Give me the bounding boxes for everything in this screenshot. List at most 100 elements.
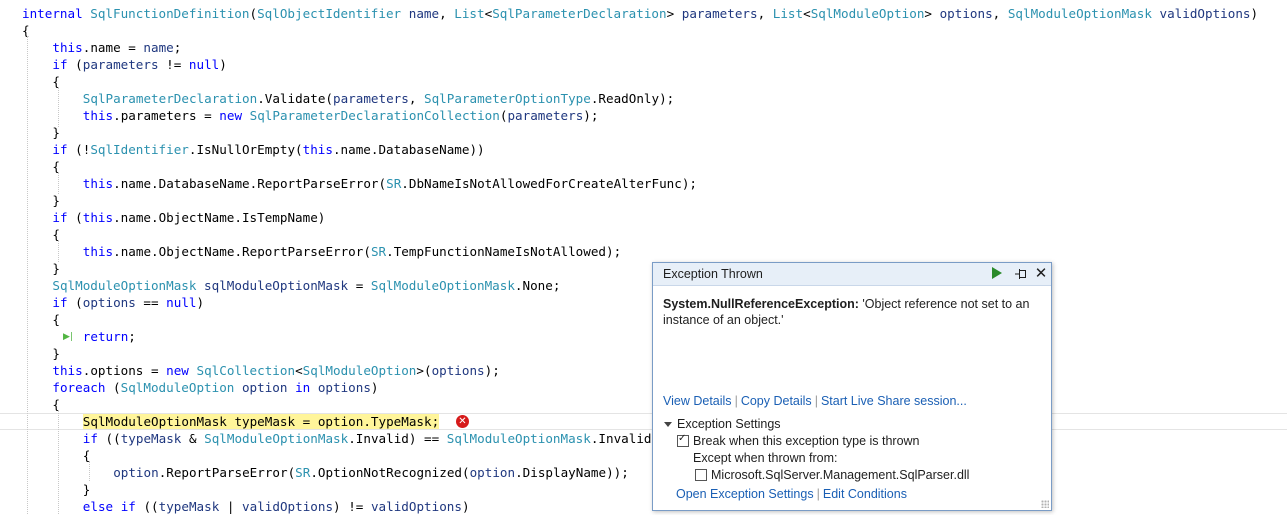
code-token: option xyxy=(113,465,159,480)
code-line[interactable]: { xyxy=(0,226,1287,243)
code-token: this xyxy=(52,40,83,55)
code-line[interactable]: } xyxy=(0,260,1287,277)
code-token: List xyxy=(772,6,804,21)
code-token: (( xyxy=(97,431,121,446)
code-token: < xyxy=(803,6,811,21)
code-line[interactable]: { xyxy=(0,447,1287,464)
code-token: } xyxy=(52,125,60,140)
code-line[interactable]: { xyxy=(0,22,1287,39)
code-token: name xyxy=(408,6,440,21)
module-exclusion-checkbox[interactable] xyxy=(695,469,707,481)
code-line[interactable]: if (!SqlIdentifier.IsNullOrEmpty(this.na… xyxy=(0,141,1287,158)
code-line[interactable]: { xyxy=(0,311,1287,328)
code-token: , xyxy=(408,91,425,106)
code-line[interactable]: } xyxy=(0,481,1287,498)
code-line[interactable]: if (this.name.ObjectName.IsTempName) xyxy=(0,209,1287,226)
code-token: validOptions xyxy=(370,499,462,514)
code-token: if xyxy=(82,431,98,446)
code-line[interactable]: this.name.ObjectName.ReportParseError(SR… xyxy=(0,243,1287,260)
code-line[interactable]: SqlModuleOptionMask typeMask = option.Ty… xyxy=(0,413,1287,430)
code-token: ) xyxy=(461,499,470,514)
code-token: (( xyxy=(135,499,159,514)
indent-guide xyxy=(27,36,28,514)
link-separator: | xyxy=(816,487,820,501)
code-token: > xyxy=(924,6,940,21)
resize-grip[interactable] xyxy=(1041,500,1049,508)
edit-conditions-link[interactable]: Edit Conditions xyxy=(823,487,907,501)
code-line[interactable]: { xyxy=(0,396,1287,413)
code-token: .IsNullOrEmpty( xyxy=(188,142,303,157)
code-token: SqlModuleOption xyxy=(120,380,235,395)
copy-details-link[interactable]: Copy Details xyxy=(741,394,812,408)
code-token: internal xyxy=(22,6,91,21)
code-line[interactable]: this.name = name; xyxy=(0,39,1287,56)
code-token: SqlParameterOptionType xyxy=(424,91,591,106)
code-token: option xyxy=(469,465,516,480)
code-line[interactable]: if (options == null) xyxy=(0,294,1287,311)
code-line[interactable]: else if ((typeMask | validOptions) != va… xyxy=(0,498,1287,515)
close-icon[interactable]: ✕ xyxy=(1033,265,1049,281)
code-line[interactable]: if ((typeMask & SqlModuleOptionMask.Inva… xyxy=(0,430,1287,447)
code-line[interactable]: option.ReportParseError(SR.OptionNotReco… xyxy=(0,464,1287,481)
continue-play-icon[interactable] xyxy=(992,267,1002,279)
code-token: SqlParameterDeclaration xyxy=(492,6,667,21)
except-when-thrown-label: Except when thrown from: xyxy=(693,451,838,465)
code-token: .None; xyxy=(514,278,561,293)
run-to-click-icon[interactable]: ▶| xyxy=(63,332,73,342)
code-token: ) != xyxy=(333,499,371,514)
code-line[interactable]: } xyxy=(0,192,1287,209)
code-token: (! xyxy=(67,142,91,157)
code-token: SqlCollection xyxy=(196,363,296,378)
code-line[interactable]: this.options = new SqlCollection<SqlModu… xyxy=(0,362,1287,379)
code-token: } xyxy=(52,193,60,208)
code-token: .parameters = xyxy=(113,108,220,123)
exception-popup: Exception Thrown ✕ System.NullReferenceE… xyxy=(652,262,1052,511)
code-line[interactable]: } xyxy=(0,345,1287,362)
break-when-thrown-checkbox[interactable] xyxy=(677,433,689,447)
code-token: SqlModuleOptionMask xyxy=(1007,6,1152,21)
exception-settings-toggle[interactable]: Exception Settings xyxy=(664,417,781,431)
live-share-link[interactable]: Start Live Share session... xyxy=(821,394,967,408)
code-token: | xyxy=(219,499,243,514)
code-token: new xyxy=(166,363,189,378)
code-token: .name.DatabaseName)) xyxy=(332,142,485,157)
code-token: SqlModuleOptionMask typeMask = option.Ty… xyxy=(82,414,440,429)
code-token: name xyxy=(143,40,174,55)
exception-popup-title: Exception Thrown xyxy=(663,267,763,281)
code-line[interactable]: SqlModuleOptionMask sqlModuleOptionMask … xyxy=(0,277,1287,294)
code-line[interactable]: foreach (SqlModuleOption option in optio… xyxy=(0,379,1287,396)
code-line[interactable]: } xyxy=(0,124,1287,141)
open-exception-settings-link[interactable]: Open Exception Settings xyxy=(676,487,814,501)
code-token: { xyxy=(52,312,60,327)
code-token: .name = xyxy=(82,40,144,55)
code-token: else if xyxy=(82,499,136,514)
view-details-link[interactable]: View Details xyxy=(663,394,732,408)
indent-guide xyxy=(58,172,59,194)
code-line[interactable]: if (parameters != null) xyxy=(0,56,1287,73)
code-token: validOptions xyxy=(1159,6,1251,21)
code-token: this xyxy=(82,210,114,225)
code-token: >( xyxy=(416,363,432,378)
code-token: .DbNameIsNotAllowedForCreateAlterFunc); xyxy=(401,176,697,191)
code-token: SR xyxy=(295,465,311,480)
code-token: ( xyxy=(67,57,83,72)
code-line[interactable]: this.parameters = new SqlParameterDeclar… xyxy=(0,107,1287,124)
code-line[interactable]: { xyxy=(0,73,1287,90)
code-line[interactable]: SqlParameterDeclaration.Validate(paramet… xyxy=(0,90,1287,107)
indent-guide xyxy=(58,240,59,262)
code-line[interactable]: { xyxy=(0,158,1287,175)
code-token: null xyxy=(166,295,197,310)
code-editor[interactable]: internal SqlFunctionDefinition(SqlObject… xyxy=(0,0,1287,514)
code-token: .name.ObjectName.IsTempName) xyxy=(113,210,326,225)
code-line[interactable]: this.name.DatabaseName.ReportParseError(… xyxy=(0,175,1287,192)
pin-icon[interactable] xyxy=(1013,266,1029,282)
exception-settings-label: Exception Settings xyxy=(677,417,781,431)
code-token: typeMask xyxy=(158,499,220,514)
error-icon[interactable]: ✕ xyxy=(456,415,469,428)
code-line[interactable]: internal SqlFunctionDefinition(SqlObject… xyxy=(0,5,1287,22)
code-token: options xyxy=(939,6,993,21)
code-token: typeMask xyxy=(120,431,182,446)
code-line[interactable]: return; xyxy=(0,328,1287,345)
